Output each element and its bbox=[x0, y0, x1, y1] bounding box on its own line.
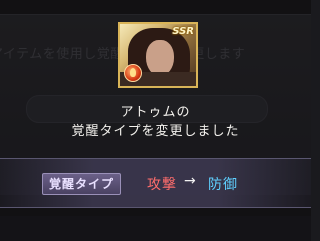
bottom-strip bbox=[0, 216, 311, 241]
previous-awakening-type: 攻撃 bbox=[147, 177, 177, 193]
portrait-face bbox=[146, 40, 174, 76]
fire-icon bbox=[124, 64, 142, 82]
awakening-change-panel: 覚醒タイプ 攻撃 → 防御 bbox=[0, 158, 311, 208]
rarity-badge: SSR bbox=[172, 26, 194, 37]
arrow-right-icon: → bbox=[184, 173, 196, 189]
awakening-type-label: 覚醒タイプ bbox=[42, 173, 122, 195]
message-character-name: アトゥムの bbox=[120, 105, 191, 120]
awakening-result-screen: アイテムを使用し覚醒タイプを変更します SSR アトゥムの 覚醒タイプを変更しま… bbox=[0, 0, 311, 241]
new-awakening-type: 防御 bbox=[208, 177, 238, 193]
flame-shape bbox=[130, 68, 136, 77]
message-result-text: 覚醒タイプを変更しました bbox=[71, 124, 240, 139]
